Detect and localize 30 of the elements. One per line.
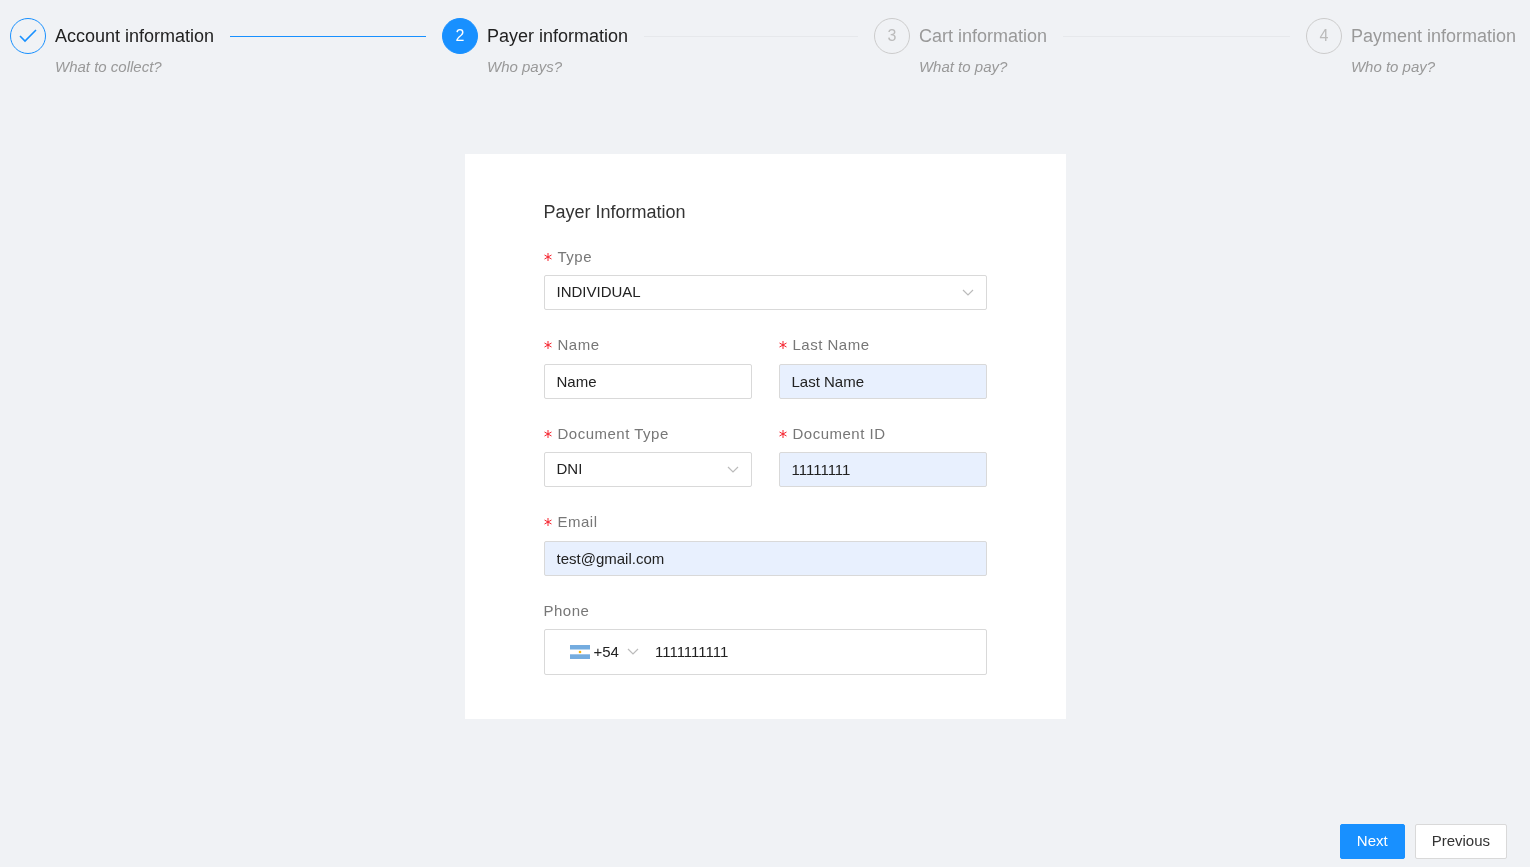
chevron-down-icon: [626, 648, 639, 656]
phone-input[interactable]: 1111111111: [654, 640, 974, 664]
field-label: Document Type: [557, 423, 669, 444]
input-field[interactable]: 11111111: [778, 452, 987, 487]
check-icon: [19, 29, 37, 43]
step-description: Who to pay?: [1350, 57, 1437, 77]
step-description: What to collect?: [55, 57, 163, 77]
step-title[interactable]: Account information: [55, 22, 215, 50]
input-field[interactable]: test@gmail.com: [543, 540, 987, 576]
field-label: Document ID: [792, 423, 886, 444]
step-title[interactable]: Payer information: [486, 22, 629, 50]
chevron-down-icon: [961, 288, 974, 297]
field-label: Type: [557, 246, 593, 267]
previous-button[interactable]: Previous: [1414, 824, 1507, 859]
field-label: Last Name: [792, 335, 870, 355]
input-field[interactable]: Last Name: [778, 363, 987, 399]
phone-field[interactable]: +54 1111111111: [543, 629, 987, 675]
country-code-select[interactable]: +54: [569, 640, 639, 664]
chevron-down-icon: [726, 465, 739, 474]
step-indicator: 2: [441, 18, 478, 54]
field-label: Name: [557, 335, 600, 355]
select-field[interactable]: INDIVIDUAL: [543, 275, 987, 310]
flag-icon: [569, 645, 590, 659]
field-label: Phone: [543, 600, 590, 621]
select-field[interactable]: DNI: [543, 452, 752, 487]
form-title: Payer Information: [543, 200, 687, 224]
step-description: What to pay?: [918, 57, 1009, 77]
input-field[interactable]: Name: [543, 363, 752, 399]
field-label: Email: [557, 512, 598, 532]
step-description: Who pays?: [486, 57, 563, 77]
